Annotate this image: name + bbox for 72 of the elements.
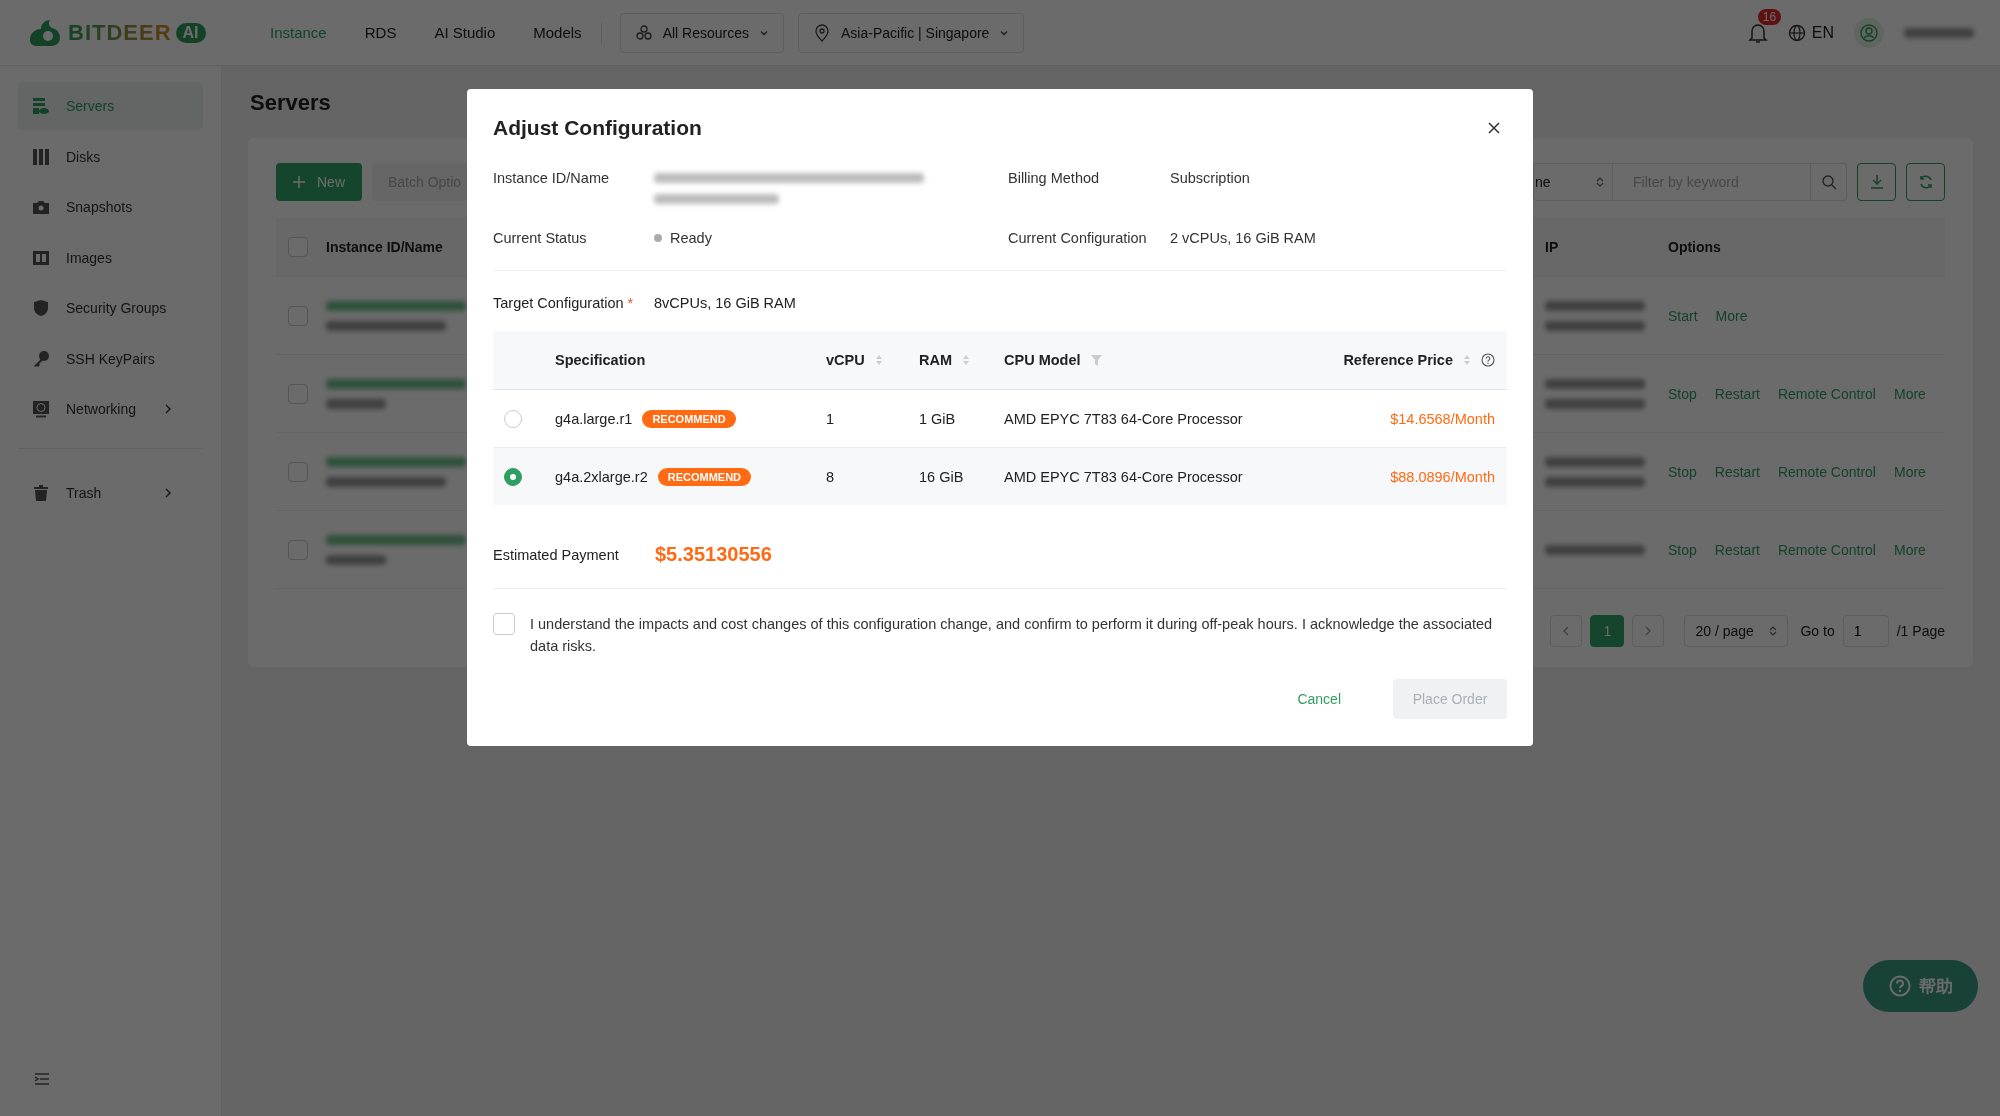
column-header: Specification — [555, 352, 646, 368]
agreement-text: I understand the impacts and cost changes of this configuration change, and confirm to perform it during off-peak hours. I acknowledge the associated data risks. — [530, 615, 1494, 656]
sidebar-item[interactable]: Snapshots — [18, 183, 203, 231]
field-label: Estimated Payment — [493, 546, 620, 563]
field-label: Target Configuration * — [493, 295, 635, 311]
dropdown[interactable]: Asia-Pacific | Singapore — [798, 12, 1025, 53]
action-link[interactable]: More — [1715, 307, 1748, 324]
sidebar-item[interactable]: Networking — [18, 385, 203, 433]
column-header: IP — [1545, 239, 1560, 255]
action-link[interactable]: More — [1894, 463, 1926, 480]
action-link[interactable]: Remote Control — [1777, 385, 1876, 402]
sidebar-item[interactable]: Trash — [18, 468, 203, 517]
sidebar-item[interactable]: Security Groups — [18, 284, 203, 332]
column-header: RAM — [919, 352, 953, 368]
action-link[interactable]: Remote Control — [1777, 463, 1876, 480]
action-link[interactable]: Restart — [1714, 463, 1760, 480]
sidebar-item[interactable]: SSH KeyPairs — [18, 334, 203, 383]
field-value: 2 vCPUs, 16 GiB RAM — [1170, 230, 1317, 246]
recommend-badge: RECOMMEND — [657, 467, 752, 486]
column-header: Reference Price — [1343, 352, 1453, 368]
field-value: Subscription — [1170, 170, 1251, 188]
action-link[interactable]: Stop — [1668, 541, 1697, 558]
language-selector[interactable]: EN — [1787, 23, 1834, 42]
goto-field[interactable]: 1 — [1842, 615, 1889, 647]
table-cell: g4a.2xlarge.r2 — [555, 468, 648, 485]
notification-badge: 16 — [1757, 8, 1782, 25]
table-cell-text: AMD EPYC 7T83 64-Core Processor — [1004, 410, 1244, 427]
nav-tab[interactable]: Instance — [251, 24, 346, 41]
table-cell-text: 16 GiB — [919, 468, 965, 485]
column-header: Options — [1668, 239, 1722, 255]
sidebar-item[interactable]: Images — [18, 233, 203, 282]
goto-label: Go to — [1800, 623, 1835, 639]
action-link[interactable]: More — [1894, 541, 1926, 558]
column-header: vCPU — [826, 352, 865, 368]
field-label: Billing Method — [1008, 170, 1101, 188]
page-total: /1 Page — [1896, 623, 1945, 639]
table-cell-text: 1 GiB — [919, 410, 957, 427]
page-button[interactable]: 1 — [1590, 615, 1625, 647]
nav-tab[interactable]: Models — [514, 24, 601, 41]
estimated-payment: $5.35130556 — [655, 543, 772, 566]
logo-badge: AI — [175, 22, 206, 43]
field-label: Current Configuration — [1008, 230, 1148, 246]
dialog-title: Adjust Configuration — [493, 116, 702, 140]
help-button[interactable]: 帮助 — [1863, 960, 1978, 1012]
action-link[interactable]: Remote Control — [1777, 541, 1876, 558]
action-link[interactable]: Restart — [1714, 541, 1760, 558]
action-link[interactable]: Stop — [1668, 463, 1697, 480]
field-label: Current Status — [493, 230, 588, 246]
action-link[interactable]: Stop — [1668, 385, 1697, 402]
action-link[interactable]: Restart — [1714, 385, 1760, 402]
page-title: Servers — [250, 90, 332, 116]
field-value: 8vCPUs, 16 GiB RAM — [654, 295, 796, 311]
action-link[interactable]: More — [1894, 385, 1926, 402]
column-header: CPU Model — [1004, 352, 1081, 368]
table-cell: g4a.large.r1 — [555, 410, 633, 427]
table-cell-text: 1 — [826, 410, 836, 427]
new-button[interactable]: New — [276, 163, 362, 201]
field-label: Instance ID/Name — [493, 170, 611, 188]
dropdown[interactable]: All Resources — [619, 12, 784, 53]
nav-tab[interactable]: AI Studio — [415, 24, 515, 41]
price-cell-text: $88.0896/Month — [1389, 468, 1496, 485]
recommend-badge: RECOMMEND — [642, 409, 736, 428]
action-link[interactable]: Start — [1668, 307, 1698, 324]
cancel-button[interactable]: Cancel — [1285, 679, 1353, 719]
page-size-select[interactable]: 20 / page — [1684, 615, 1789, 647]
sidebar-item[interactable]: Servers — [18, 82, 203, 130]
price-cell-text: $14.6568/Month — [1389, 410, 1496, 427]
sidebar-item[interactable]: Disks — [18, 132, 203, 181]
table-cell-text: AMD EPYC 7T83 64-Core Processor — [1004, 468, 1244, 485]
table-cell-text: 8 — [826, 468, 836, 485]
nav-tab[interactable]: RDS — [345, 24, 416, 41]
field-value: Ready — [670, 230, 712, 246]
